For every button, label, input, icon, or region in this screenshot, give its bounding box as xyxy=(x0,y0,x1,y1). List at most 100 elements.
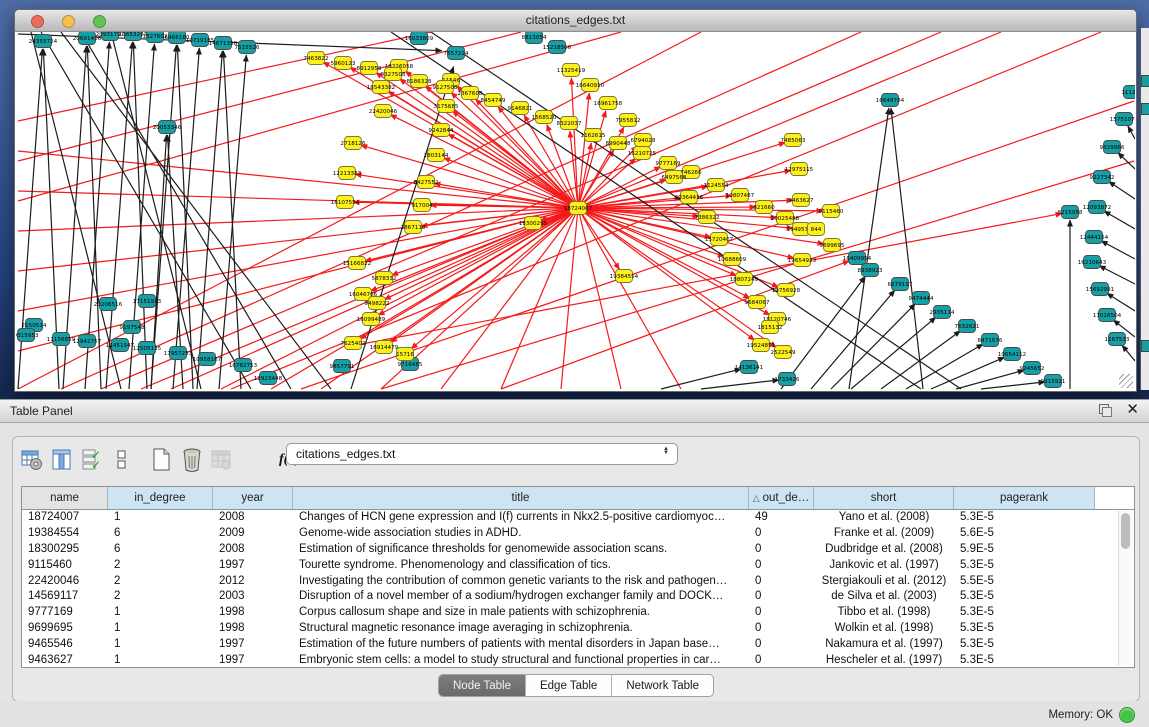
cell-year[interactable]: 2008 xyxy=(213,542,293,558)
graph-node[interactable]: 7485063 xyxy=(781,134,806,147)
edge[interactable] xyxy=(501,261,849,389)
graph-node[interactable]: 7625402 xyxy=(341,337,366,350)
cell-name[interactable]: 9463627 xyxy=(22,653,108,668)
memory-ok-indicator-icon[interactable] xyxy=(1119,707,1135,723)
tab-network-table[interactable]: Network Table xyxy=(612,675,713,696)
cell-year[interactable]: 1998 xyxy=(213,621,293,637)
cell-pagerank[interactable]: 5.3E-5 xyxy=(954,589,1095,605)
graph-node[interactable]: 844 xyxy=(808,223,825,236)
graph-node[interactable]: 8912958 xyxy=(357,62,382,75)
cell-year[interactable]: 2009 xyxy=(213,526,293,542)
cell-pagerank[interactable]: 5.5E-5 xyxy=(954,574,1095,590)
row-height-icon[interactable] xyxy=(109,447,135,473)
graph-node[interactable]: 8427552 xyxy=(414,176,439,189)
cell-year[interactable]: 2003 xyxy=(213,589,293,605)
cell-in-degree[interactable]: 2 xyxy=(108,589,213,605)
graph-node[interactable]: 9498222 xyxy=(365,297,390,310)
edge[interactable] xyxy=(1118,153,1135,169)
cell-title[interactable]: Changes of HCN gene expression and I(f) … xyxy=(293,510,749,526)
cell-name[interactable]: 9777169 xyxy=(22,605,108,621)
network-canvas[interactable]: 2435572420691406209317971065328713276026… xyxy=(16,32,1135,390)
edge[interactable] xyxy=(1104,211,1135,229)
cell-name[interactable]: 9115460 xyxy=(22,558,108,574)
graph-node[interactable]: 9474444 xyxy=(909,292,934,305)
edge[interactable] xyxy=(111,32,201,389)
graph-node[interactable]: 7386322 xyxy=(695,211,720,224)
table-selector-dropdown[interactable]: citations_edges.txt ▲▼ xyxy=(286,443,678,465)
graph-node[interactable]: 15716 xyxy=(396,348,414,361)
table-row[interactable]: 1456911722003Disruption of a novel membe… xyxy=(22,589,1134,605)
cell-short[interactable]: Jankovic et al. (1997) xyxy=(814,558,954,574)
cell-year[interactable]: 2012 xyxy=(213,574,293,590)
graph-node[interactable]: 8454749 xyxy=(481,94,506,107)
graph-node[interactable]: 7632621 xyxy=(955,320,980,333)
graph-node[interactable]: 16640910 xyxy=(576,79,605,92)
graph-node[interactable]: 2803144 xyxy=(424,149,449,162)
cell-in-degree[interactable]: 1 xyxy=(108,653,213,668)
cell-name[interactable]: 9699695 xyxy=(22,621,108,637)
cell-short[interactable]: Tibbo et al. (1998) xyxy=(814,605,954,621)
graph-node[interactable]: 9245652 xyxy=(1020,362,1045,375)
graph-node[interactable]: 821660 xyxy=(753,201,775,214)
graph-node[interactable]: 7955812 xyxy=(616,114,641,127)
column-header-name[interactable]: name xyxy=(22,487,108,509)
tab-edge-table[interactable]: Edge Table xyxy=(526,675,612,696)
graph-node[interactable]: 12093872 xyxy=(1083,201,1111,214)
graph-node[interactable]: 19756928 xyxy=(772,284,801,297)
edge[interactable] xyxy=(1109,181,1135,199)
cell-short[interactable]: Wolkin et al. (1998) xyxy=(814,621,954,637)
table-row[interactable]: 911546021997Tourette syndrome. Phenomeno… xyxy=(22,558,1134,574)
cell-title[interactable]: Embryonic stem cells: a model to study s… xyxy=(293,653,749,668)
column-header-short[interactable]: short xyxy=(814,487,954,509)
edge[interactable] xyxy=(1099,266,1135,284)
graph-node[interactable]: 9684067 xyxy=(745,296,770,309)
cell-title[interactable]: Tourette syndrome. Phenomenology and cla… xyxy=(293,558,749,574)
graph-node[interactable]: 917004 xyxy=(411,199,433,212)
cell-out-de-[interactable]: 0 xyxy=(749,589,814,605)
graph-node[interactable]: 9115460 xyxy=(819,205,844,218)
column-header-in-degree[interactable]: in_degree xyxy=(108,487,213,509)
show-columns-icon[interactable] xyxy=(49,447,75,473)
column-header-year[interactable]: year xyxy=(213,487,293,509)
table-row[interactable]: 1830029562008Estimation of significance … xyxy=(22,542,1134,558)
cell-pagerank[interactable]: 5.3E-5 xyxy=(954,558,1095,574)
delete-rows-icon[interactable] xyxy=(179,447,205,473)
cell-name[interactable]: 18724007 xyxy=(22,510,108,526)
new-table-icon[interactable] xyxy=(149,447,175,473)
graph-node[interactable]: 15692991 xyxy=(1086,283,1115,296)
cell-pagerank[interactable]: 5.3E-5 xyxy=(954,605,1095,621)
cell-out-de-[interactable]: 0 xyxy=(749,558,814,574)
cell-pagerank[interactable]: 5.9E-5 xyxy=(954,542,1095,558)
graph-node[interactable]: 16033809 xyxy=(405,32,434,45)
cell-pagerank[interactable]: 5.3E-5 xyxy=(954,621,1095,637)
tab-node-table[interactable]: Node Table xyxy=(439,675,526,696)
graph-node[interactable]: 5960123 xyxy=(331,57,356,70)
table-row[interactable]: 1938455462009Genome-wide association stu… xyxy=(22,526,1134,542)
graph-node[interactable]: 9315921 xyxy=(1041,375,1066,388)
close-panel-icon[interactable]: ✕ xyxy=(1126,403,1139,417)
graph-node[interactable]: 11156859 xyxy=(47,333,76,346)
network-window-titlebar[interactable]: citations_edges.txt xyxy=(15,10,1136,32)
table-row[interactable]: 946554611997Estimation of the future num… xyxy=(22,637,1134,653)
float-panel-icon[interactable] xyxy=(1099,404,1112,417)
edge[interactable] xyxy=(31,32,121,389)
cell-pagerank[interactable]: 5.3E-5 xyxy=(954,637,1095,653)
select-rows-icon[interactable]: ✓✓ xyxy=(79,447,105,473)
graph-node[interactable]: 7463822 xyxy=(304,52,329,65)
edge[interactable] xyxy=(811,290,895,389)
cell-out-de-[interactable]: 0 xyxy=(749,621,814,637)
cell-out-de-[interactable]: 0 xyxy=(749,526,814,542)
edge[interactable] xyxy=(197,51,222,389)
graph-node[interactable]: 2867110 xyxy=(401,221,426,234)
cell-short[interactable]: de Silva et al. (2003) xyxy=(814,589,954,605)
cell-in-degree[interactable]: 6 xyxy=(108,542,213,558)
cell-out-de-[interactable]: 0 xyxy=(749,605,814,621)
cell-pagerank[interactable]: 5.6E-5 xyxy=(954,526,1095,542)
cell-short[interactable]: Yano et al. (2008) xyxy=(814,510,954,526)
graph-node[interactable]: 9857791 xyxy=(330,360,355,373)
graph-node[interactable]: 1167533 xyxy=(1105,333,1130,346)
graph-node[interactable]: 12975115 xyxy=(785,163,814,176)
graph-node[interactable]: 16782753 xyxy=(229,359,258,372)
graph-node[interactable]: 5878332 xyxy=(372,272,397,285)
edge[interactable] xyxy=(18,208,578,311)
